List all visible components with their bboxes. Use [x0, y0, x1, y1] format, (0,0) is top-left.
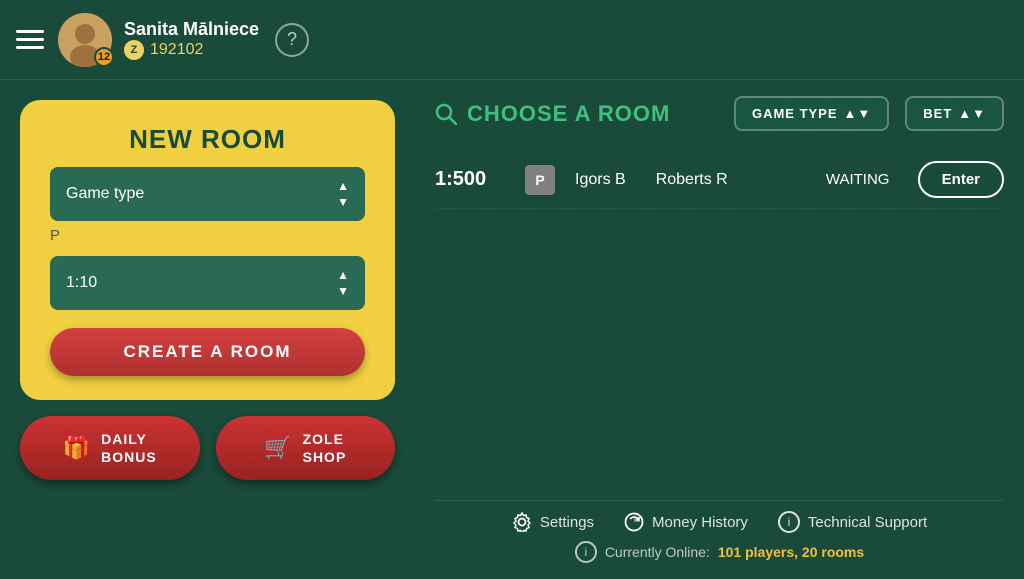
footer: Settings Money History i Technical Suppo…: [435, 500, 1004, 563]
zole-coin-icon: Z: [124, 40, 144, 60]
room-bet: 1:500: [435, 168, 505, 191]
choose-room-label: CHOOSE A ROOM: [467, 101, 670, 127]
tech-support-icon: i: [778, 511, 800, 533]
game-type-wrapper: Game type ▲ ▼: [50, 167, 365, 221]
money-history-link[interactable]: Money History: [624, 511, 748, 533]
game-type-select[interactable]: Game type ▲ ▼: [50, 167, 365, 221]
online-highlight: 101 players, 20 rooms: [718, 544, 864, 560]
help-icon[interactable]: ?: [275, 23, 309, 57]
footer-links: Settings Money History i Technical Suppo…: [435, 511, 1004, 533]
settings-label: Settings: [540, 514, 594, 531]
table-row: 1:500 P Igors B Roberts R WAITING Enter: [435, 151, 1004, 209]
bet-filter-button[interactable]: BET ▲▼: [905, 96, 1004, 131]
room-type-badge: P: [525, 165, 555, 195]
notification-badge: 12: [94, 47, 114, 67]
avatar-wrapper: 12: [58, 13, 112, 67]
footer-online-status: i Currently Online: 101 players, 20 room…: [435, 541, 1004, 563]
online-info-icon: i: [575, 541, 597, 563]
room-list: 1:500 P Igors B Roberts R WAITING Enter: [435, 151, 1004, 209]
zole-shop-button[interactable]: 🛒 ZOLE SHOP: [216, 416, 396, 480]
game-type-arrows: ▲ ▼: [337, 179, 349, 209]
daily-bonus-button[interactable]: 🎁 DAILY BONUS: [20, 416, 200, 480]
bet-wrapper: 1:10 ▲ ▼: [50, 256, 365, 310]
room-header: CHOOSE A ROOM GAME TYPE ▲▼ BET ▲▼: [435, 96, 1004, 131]
game-type-value: Game type: [66, 185, 144, 203]
bet-filter-label: BET: [923, 106, 952, 121]
user-info: Sanita Mālniece Z 192102: [124, 19, 259, 60]
room-player-1: Igors B: [575, 171, 626, 189]
right-panel: CHOOSE A ROOM GAME TYPE ▲▼ BET ▲▼ 1:500 …: [415, 80, 1024, 579]
menu-icon[interactable]: [16, 30, 44, 49]
game-type-filter-button[interactable]: GAME TYPE ▲▼: [734, 96, 889, 131]
p-label: P: [50, 227, 60, 244]
main-layout: NEW ROOM Game type ▲ ▼ P 1:10 ▲: [0, 80, 1024, 579]
settings-link[interactable]: Settings: [512, 511, 594, 533]
create-room-button[interactable]: CREATE A ROOM: [50, 328, 365, 376]
game-type-filter-label: GAME TYPE: [752, 106, 838, 121]
bet-select[interactable]: 1:10 ▲ ▼: [50, 256, 365, 310]
user-name: Sanita Mālniece: [124, 19, 259, 40]
online-text: Currently Online:: [605, 544, 710, 560]
room-players: Igors B Roberts R: [575, 171, 798, 189]
bet-arrows: ▲ ▼: [337, 268, 349, 298]
choose-room-title: CHOOSE A ROOM: [435, 101, 718, 127]
settings-icon: [512, 512, 532, 532]
search-icon: [435, 103, 457, 125]
left-panel: NEW ROOM Game type ▲ ▼ P 1:10 ▲: [0, 80, 415, 579]
user-coins: Z 192102: [124, 40, 259, 60]
tech-support-link[interactable]: i Technical Support: [778, 511, 927, 533]
bet-value: 1:10: [66, 274, 97, 292]
money-history-icon: [624, 512, 644, 532]
new-room-title: NEW ROOM: [129, 124, 286, 155]
tech-support-label: Technical Support: [808, 514, 927, 531]
coins-value: 192102: [150, 41, 203, 59]
money-history-label: Money History: [652, 514, 748, 531]
room-player-2: Roberts R: [656, 171, 728, 189]
daily-bonus-text: DAILY BONUS: [101, 430, 157, 466]
room-status: WAITING: [818, 171, 898, 188]
new-room-card: NEW ROOM Game type ▲ ▼ P 1:10 ▲: [20, 100, 395, 400]
header: 12 Sanita Mālniece Z 192102 ?: [0, 0, 1024, 80]
bottom-buttons: 🎁 DAILY BONUS 🛒 ZOLE SHOP: [20, 416, 395, 480]
zole-shop-text: ZOLE SHOP: [303, 430, 347, 466]
enter-room-button[interactable]: Enter: [918, 161, 1004, 198]
